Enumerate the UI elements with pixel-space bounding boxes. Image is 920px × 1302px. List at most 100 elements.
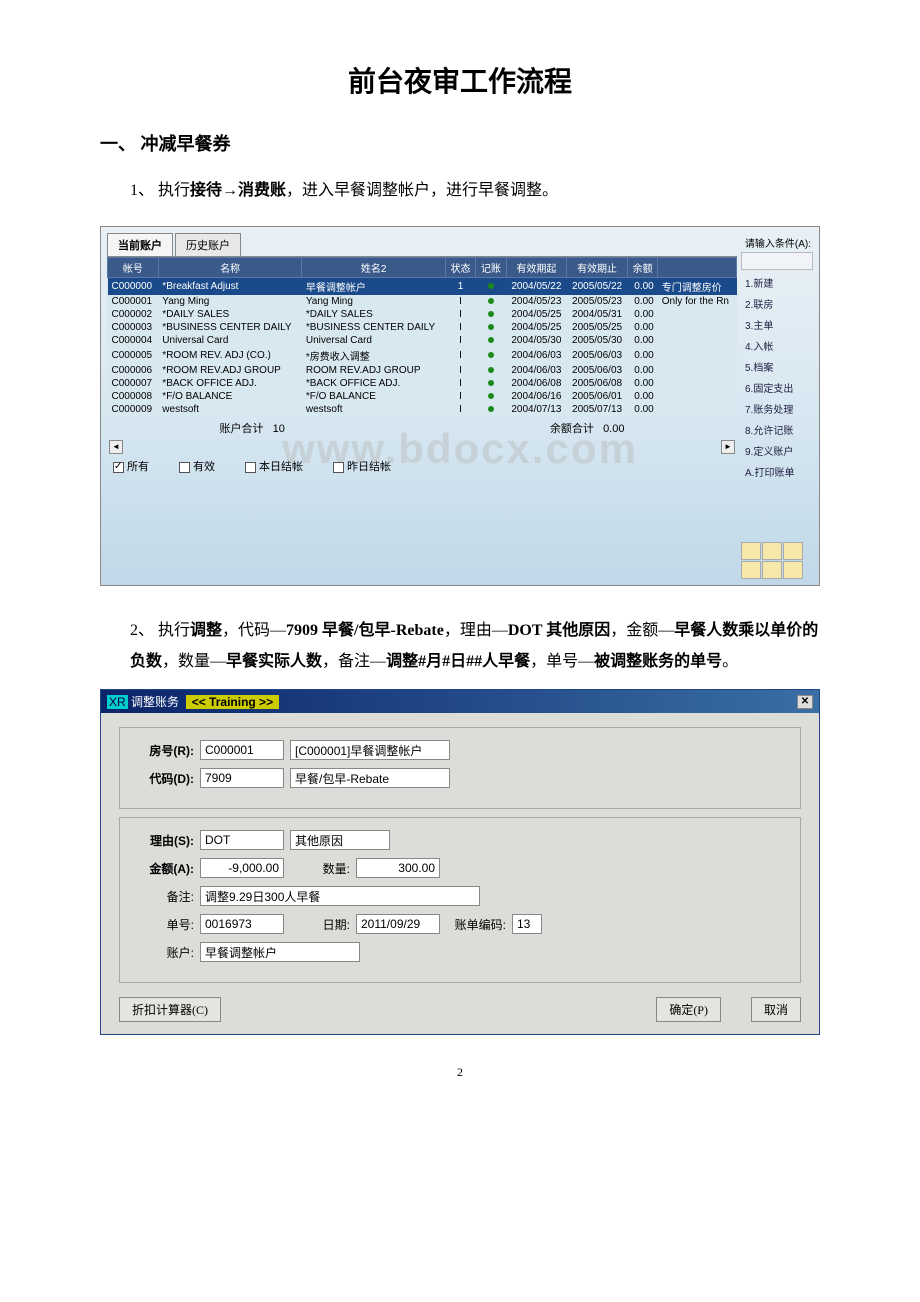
tab-current[interactable]: 当前账户 bbox=[107, 233, 173, 256]
sidebar-action-5[interactable]: 6.固定支出 bbox=[741, 377, 813, 398]
table-row[interactable]: C000002*DAILY SALES*DAILY SALESI2004/05/… bbox=[108, 308, 737, 321]
th-extra[interactable] bbox=[658, 258, 737, 278]
chk-yesterday[interactable]: 昨日结帐 bbox=[333, 458, 391, 474]
step1-post: ，进入早餐调整帐户，进行早餐调整。 bbox=[286, 182, 558, 199]
section-heading-1: 一、 冲减早餐券 bbox=[100, 130, 820, 156]
s2t5: ，备注— bbox=[322, 653, 386, 670]
s2t1: ，代码— bbox=[222, 622, 286, 639]
chk-today[interactable]: 本日结帐 bbox=[245, 458, 303, 474]
s2b7: 被调整账务的单号 bbox=[594, 653, 722, 670]
footer-summary: 账户合计 10 余额合计 0.00 bbox=[107, 416, 737, 440]
room-field[interactable] bbox=[200, 740, 284, 760]
step1-pre: 1、 执行 bbox=[130, 182, 190, 199]
document-title: 前台夜审工作流程 bbox=[100, 60, 820, 100]
tool-icon-2[interactable] bbox=[762, 542, 782, 560]
remark-field[interactable] bbox=[200, 886, 480, 906]
account-window: 当前账户 历史账户 帐号 名称 姓名2 状态 记账 有效期起 有效期止 余额 bbox=[100, 226, 820, 586]
sidebar: 请输入条件(A): 1.新建2.联房3.主单4.入帐5.档案6.固定支出7.账务… bbox=[741, 233, 813, 579]
ok-button[interactable]: 确定(P) bbox=[656, 997, 721, 1022]
sidebar-action-6[interactable]: 7.账务处理 bbox=[741, 398, 813, 419]
acct-field[interactable] bbox=[200, 942, 360, 962]
table-header-row: 帐号 名称 姓名2 状态 记账 有效期起 有效期止 余额 bbox=[108, 258, 737, 278]
th-status[interactable]: 状态 bbox=[445, 258, 475, 278]
amt-total-label: 余额合计 bbox=[550, 423, 594, 435]
table-row[interactable]: C000009westsoftwestsoftI2004/07/132005/0… bbox=[108, 403, 737, 416]
step1-bold: 接待→消费账 bbox=[190, 182, 286, 199]
dialog-titlebar: XR 调整账务 << Training >> ✕ bbox=[101, 690, 819, 713]
toolbar-icons bbox=[741, 482, 813, 579]
sidebar-action-0[interactable]: 1.新建 bbox=[741, 272, 813, 293]
cancel-button[interactable]: 取消 bbox=[751, 997, 801, 1022]
billcode-field[interactable] bbox=[512, 914, 542, 934]
th-validfrom[interactable]: 有效期起 bbox=[506, 258, 567, 278]
sidebar-action-9[interactable]: A.打印账单 bbox=[741, 461, 813, 482]
reason-field[interactable] bbox=[200, 830, 284, 850]
lbl-qty: 数量: bbox=[290, 860, 350, 877]
table-row[interactable]: C000008*F/O BALANCE*F/O BALANCEI2004/06/… bbox=[108, 390, 737, 403]
amt-total-value: 0.00 bbox=[603, 423, 624, 435]
page-number: 2 bbox=[100, 1065, 820, 1080]
lbl-room: 房号(R): bbox=[132, 742, 194, 759]
chk-all[interactable]: 所有 bbox=[113, 458, 149, 474]
quantity-field[interactable] bbox=[356, 858, 440, 878]
room-desc-field[interactable] bbox=[290, 740, 450, 760]
table-row[interactable]: C000006*ROOM REV.ADJ GROUPROOM REV.ADJ G… bbox=[108, 364, 737, 377]
chk-valid[interactable]: 有效 bbox=[179, 458, 215, 474]
th-post[interactable]: 记账 bbox=[476, 258, 506, 278]
lbl-reason: 理由(S): bbox=[132, 832, 194, 849]
table-row[interactable]: C000003*BUSINESS CENTER DAILY*BUSINESS C… bbox=[108, 321, 737, 334]
tool-icon-4[interactable] bbox=[741, 561, 761, 579]
tool-icon-6[interactable] bbox=[783, 561, 803, 579]
lbl-acct: 账户: bbox=[132, 944, 194, 961]
s2b6: 调整#月#日##人早餐 bbox=[386, 653, 530, 670]
th-validto[interactable]: 有效期止 bbox=[567, 258, 628, 278]
th-acctno[interactable]: 帐号 bbox=[108, 258, 159, 278]
step-2: 2、 执行调整，代码—7909 早餐/包早-Rebate，理由—DOT 其他原因… bbox=[130, 616, 820, 677]
s2b3: DOT 其他原因 bbox=[508, 622, 610, 639]
sidebar-action-1[interactable]: 2.联房 bbox=[741, 293, 813, 314]
sidebar-action-3[interactable]: 4.入帐 bbox=[741, 335, 813, 356]
lbl-remark: 备注: bbox=[132, 888, 194, 905]
s2b5: 早餐实际人数 bbox=[226, 653, 322, 670]
table-row[interactable]: C000005*ROOM REV. ADJ (CO.)*房费收入调整I2004/… bbox=[108, 347, 737, 364]
lbl-billcode: 账单编码: bbox=[446, 916, 506, 933]
training-badge: << Training >> bbox=[186, 695, 279, 709]
scroll-right-icon[interactable]: ► bbox=[721, 440, 735, 454]
table-row[interactable]: C000004Universal CardUniversal CardI2004… bbox=[108, 334, 737, 347]
th-balance[interactable]: 余额 bbox=[627, 258, 657, 278]
code-desc-field[interactable] bbox=[290, 768, 450, 788]
s2p0: 2、 执行 bbox=[130, 622, 190, 639]
filter-checkbox-row: 所有 有效 本日结帐 昨日结帐 bbox=[107, 454, 737, 478]
discount-calc-button[interactable]: 折扣计算器(C) bbox=[119, 997, 221, 1022]
sidebar-action-4[interactable]: 5.档案 bbox=[741, 356, 813, 377]
tool-icon-5[interactable] bbox=[762, 561, 782, 579]
sidebar-action-7[interactable]: 8.允许记账 bbox=[741, 419, 813, 440]
sidebar-action-8[interactable]: 9.定义账户 bbox=[741, 440, 813, 461]
table-row[interactable]: C000001Yang MingYang MingI2004/05/232005… bbox=[108, 295, 737, 308]
search-label: 请输入条件(A): bbox=[741, 233, 813, 252]
code-field[interactable] bbox=[200, 768, 284, 788]
tool-icon-3[interactable] bbox=[783, 542, 803, 560]
lbl-docno: 单号: bbox=[132, 916, 194, 933]
th-name[interactable]: 名称 bbox=[158, 258, 302, 278]
table-row[interactable]: C000000*Breakfast Adjust早餐调整帐户12004/05/2… bbox=[108, 278, 737, 296]
date-field[interactable] bbox=[356, 914, 440, 934]
close-icon[interactable]: ✕ bbox=[797, 695, 813, 709]
s2b2: 7909 早餐/包早-Rebate bbox=[286, 622, 444, 639]
table-row[interactable]: C000007*BACK OFFICE ADJ.*BACK OFFICE ADJ… bbox=[108, 377, 737, 390]
scroll-left-icon[interactable]: ◄ bbox=[109, 440, 123, 454]
s2t2: ，理由— bbox=[444, 622, 508, 639]
docno-field[interactable] bbox=[200, 914, 284, 934]
s2t6: ，单号— bbox=[530, 653, 594, 670]
reason-desc-field[interactable] bbox=[290, 830, 390, 850]
s2t7: 。 bbox=[722, 653, 738, 670]
acct-total-label: 账户合计 bbox=[219, 423, 263, 435]
th-name2[interactable]: 姓名2 bbox=[302, 258, 446, 278]
lbl-amount: 金额(A): bbox=[132, 860, 194, 877]
tab-history[interactable]: 历史账户 bbox=[175, 233, 241, 256]
sidebar-action-2[interactable]: 3.主单 bbox=[741, 314, 813, 335]
amount-field[interactable] bbox=[200, 858, 284, 878]
search-input-icon[interactable] bbox=[741, 252, 813, 270]
tool-icon-1[interactable] bbox=[741, 542, 761, 560]
lbl-code: 代码(D): bbox=[132, 770, 194, 787]
